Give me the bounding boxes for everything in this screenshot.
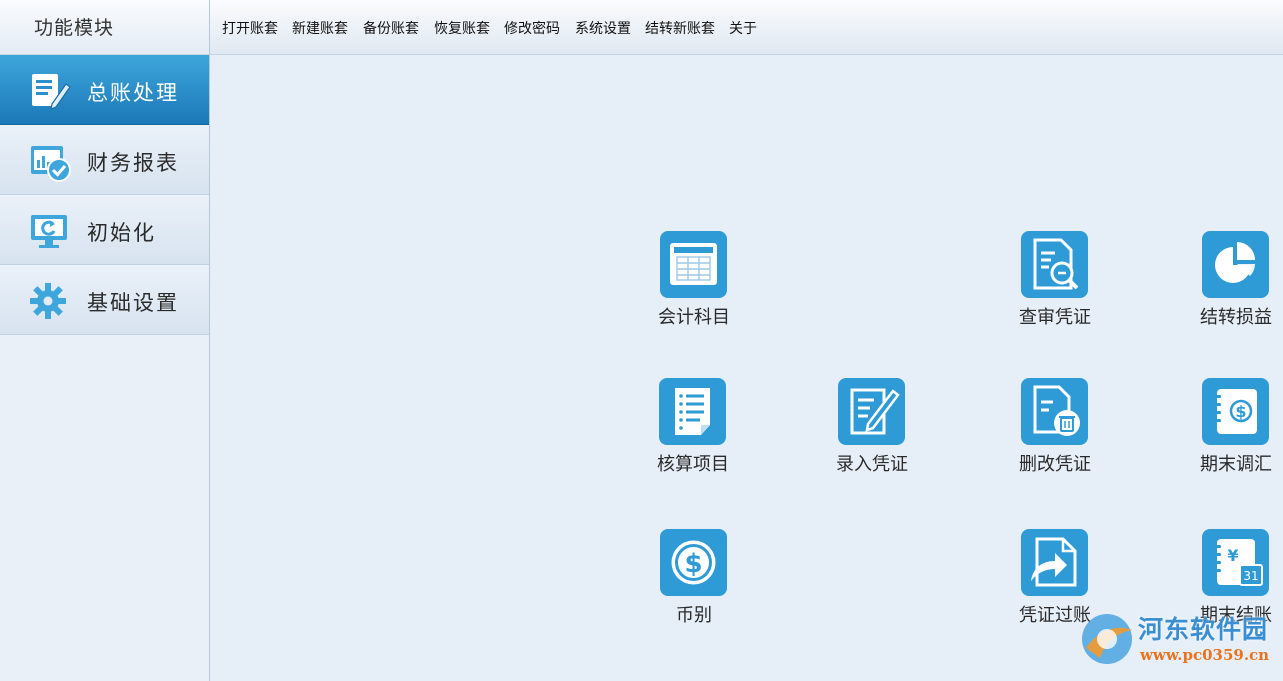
sidebar-item-basic-settings[interactable]: 基础设置 xyxy=(0,265,209,335)
document-edit-icon xyxy=(838,378,905,445)
tile-carry-forward-pl[interactable]: 结转损益 xyxy=(1176,231,1283,341)
menu-new-ledger[interactable]: 新建账套 xyxy=(292,18,348,38)
sidebar-item-label: 总账处理 xyxy=(87,81,179,105)
table-icon xyxy=(660,231,727,298)
menu-restore-ledger[interactable]: 恢复账套 xyxy=(434,18,490,38)
sidebar-item-label: 财务报表 xyxy=(87,151,179,175)
document-delete-icon xyxy=(1021,378,1088,445)
svg-text:$: $ xyxy=(684,549,702,579)
tile-period-end-adjust[interactable]: $ 期末调汇 xyxy=(1176,378,1283,488)
tile-label: 会计科目 xyxy=(658,307,730,328)
menu-bar: 打开账套 新建账套 备份账套 恢复账套 修改密码 系统设置 结转新账套 关于 xyxy=(210,0,1283,55)
sidebar-item-label: 基础设置 xyxy=(87,291,179,315)
menu-about[interactable]: 关于 xyxy=(729,18,757,38)
sidebar-item-initialize[interactable]: 初始化 xyxy=(0,195,209,265)
tile-label: 录入凭证 xyxy=(836,454,908,475)
watermark-name: 河东软件园 xyxy=(1138,615,1269,644)
tile-label: 核算项目 xyxy=(657,454,729,475)
tile-label: 查审凭证 xyxy=(1019,307,1091,328)
dollar-coin-icon: $ xyxy=(660,529,727,596)
tile-currency[interactable]: $ 币别 xyxy=(634,529,754,639)
sidebar: 功能模块 总账处理 财务报表 初始化 基础设置 xyxy=(0,0,210,681)
watermark-url: www.pc0359.cn xyxy=(1140,646,1270,664)
watermark-logo-icon xyxy=(1082,614,1132,664)
sidebar-item-general-ledger[interactable]: 总账处理 xyxy=(0,55,209,125)
list-document-icon xyxy=(659,378,726,445)
sidebar-item-financial-reports[interactable]: 财务报表 xyxy=(0,125,209,195)
document-transfer-icon xyxy=(1021,529,1088,596)
sidebar-header: 功能模块 xyxy=(0,0,209,55)
sidebar-title: 功能模块 xyxy=(34,17,115,39)
sidebar-item-label: 初始化 xyxy=(87,221,156,245)
tile-delete-voucher[interactable]: 删改凭证 xyxy=(995,378,1115,488)
tile-label: 币别 xyxy=(676,605,712,626)
tile-label: 期末调汇 xyxy=(1200,454,1272,475)
edit-document-icon xyxy=(32,74,71,110)
tile-label: 结转损益 xyxy=(1200,307,1272,328)
tile-label: 删改凭证 xyxy=(1019,454,1091,475)
menu-system-settings[interactable]: 系统设置 xyxy=(575,18,631,38)
pie-chart-icon xyxy=(1202,231,1269,298)
monitor-refresh-icon xyxy=(31,215,67,248)
tile-accounting-items[interactable]: 核算项目 xyxy=(633,378,753,488)
menu-open-ledger[interactable]: 打开账套 xyxy=(222,18,278,38)
svg-text:31: 31 xyxy=(1243,569,1258,583)
tile-enter-voucher[interactable]: 录入凭证 xyxy=(812,378,932,488)
menu-backup-ledger[interactable]: 备份账套 xyxy=(363,18,419,38)
dollar-notebook-icon: $ xyxy=(1202,378,1269,445)
gear-icon xyxy=(30,283,66,319)
svg-text:$: $ xyxy=(1235,402,1246,421)
document-search-icon xyxy=(1021,231,1088,298)
tile-accounting-subjects[interactable]: 会计科目 xyxy=(634,231,754,341)
watermark: 河东软件园 www.pc0359.cn xyxy=(1078,606,1283,681)
report-check-icon xyxy=(31,146,71,182)
calendar-yen-icon: ¥ 31 xyxy=(1202,529,1269,596)
menu-carry-forward-new-ledger[interactable]: 结转新账套 xyxy=(645,18,715,38)
svg-text:¥: ¥ xyxy=(1227,546,1238,565)
tile-review-voucher[interactable]: 查审凭证 xyxy=(995,231,1115,341)
menu-change-password[interactable]: 修改密码 xyxy=(504,18,560,38)
